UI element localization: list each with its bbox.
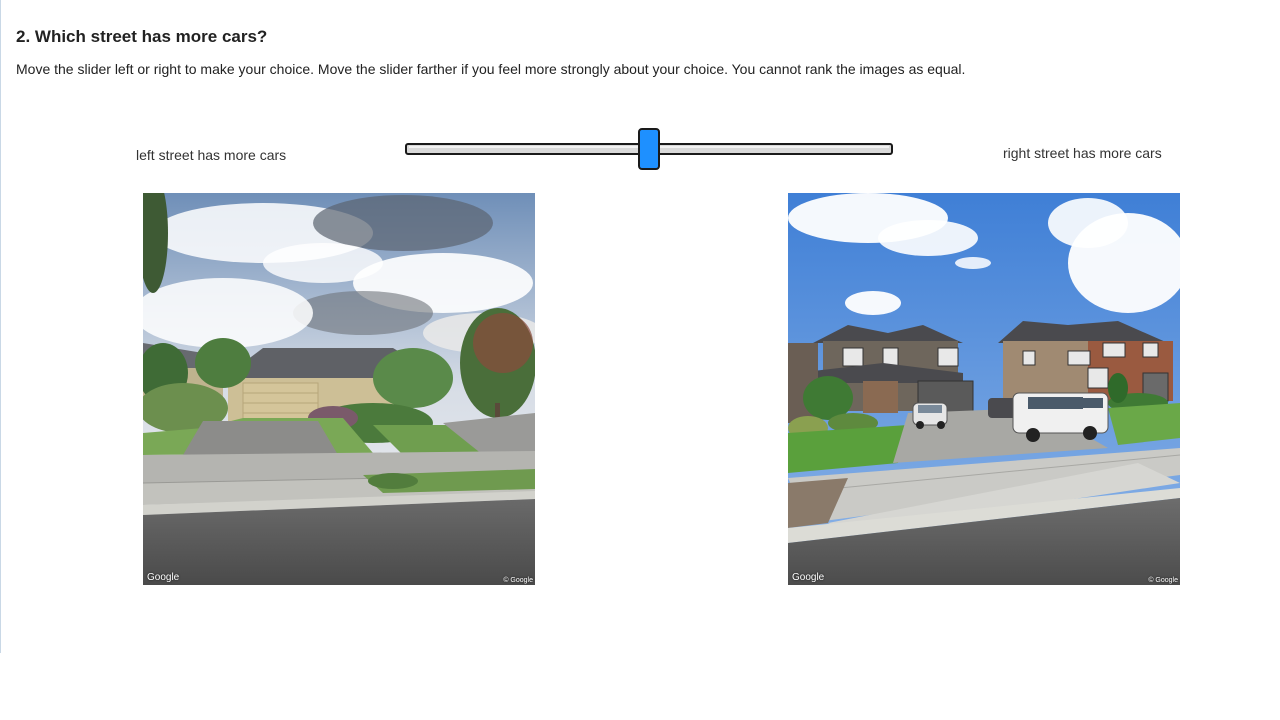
left-border-rule	[0, 0, 1, 653]
slider-right-label: right street has more cars	[1003, 145, 1162, 161]
survey-page: 2. Which street has more cars? Move the …	[0, 0, 1280, 720]
right-street-image: Google © Google	[788, 193, 1180, 585]
google-watermark: Google	[792, 572, 825, 583]
question-title: 2. Which street has more cars?	[16, 27, 268, 46]
right-street-photo	[788, 193, 1180, 585]
google-copyright: © Google	[503, 577, 533, 584]
left-street-photo	[143, 193, 535, 585]
google-copyright: © Google	[1148, 577, 1178, 584]
google-watermark: Google	[147, 572, 180, 583]
question-instructions: Move the slider left or right to make yo…	[16, 61, 966, 77]
left-street-image: Google © Google	[143, 193, 535, 585]
slider-thumb[interactable]	[638, 128, 660, 170]
slider-left-label: left street has more cars	[136, 147, 287, 163]
